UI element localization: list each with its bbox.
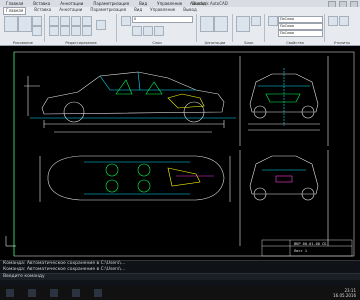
command-input[interactable]: Введите команду — [0, 273, 360, 280]
title-bar: Главная Вставка Аннотации Параметризация… — [0, 0, 360, 8]
color-combo[interactable]: ПоСлою — [278, 16, 323, 23]
panel-utilities: Утилиты — [326, 14, 358, 45]
autocad-icon[interactable] — [94, 289, 102, 297]
move-tool-icon[interactable] — [49, 16, 59, 26]
mirror-tool-icon[interactable] — [60, 26, 70, 36]
circle-tool-icon[interactable] — [32, 16, 42, 26]
car-top-view — [39, 155, 231, 202]
menu-item[interactable]: Вставка — [33, 0, 50, 7]
quick-menu: Главная Вставка Аннотации Параметризация… — [0, 0, 206, 7]
array-tool-icon[interactable] — [96, 20, 106, 30]
trim-tool-icon[interactable] — [71, 16, 81, 26]
explode-tool-icon[interactable] — [82, 26, 92, 36]
erase-tool-icon[interactable] — [82, 16, 92, 26]
linetype-combo[interactable]: ПоСлою — [278, 23, 323, 30]
layer-freeze-icon[interactable] — [132, 26, 142, 36]
menu-item[interactable]: Параметризация — [93, 0, 129, 7]
title-code: ВКР 00.01.00 СБ — [294, 242, 326, 246]
car-side-view — [24, 71, 236, 133]
layer-properties-icon[interactable] — [121, 16, 131, 26]
drawing-canvas[interactable]: ВКР 00.01.00 СБ Лист 1 — [0, 46, 360, 260]
search-icon[interactable] — [28, 289, 36, 297]
panel-layers: 0 Слои — [118, 14, 197, 45]
start-icon[interactable] — [6, 289, 14, 297]
panel-title: Рисование — [13, 41, 33, 45]
panel-modify: Редактирование — [46, 14, 117, 45]
polyline-tool-icon[interactable] — [18, 16, 32, 32]
match-properties-icon[interactable] — [268, 16, 278, 26]
sheet-label: Лист 1 — [294, 249, 307, 253]
paste-tool-icon[interactable] — [339, 16, 349, 26]
browser-icon[interactable] — [50, 289, 58, 297]
create-block-icon[interactable] — [251, 16, 261, 26]
rotate-tool-icon[interactable] — [60, 16, 70, 26]
panel-title: Слои — [152, 41, 162, 45]
line-tool-icon[interactable] — [4, 16, 18, 32]
menu-item[interactable]: Вид — [139, 0, 147, 7]
insert-block-icon[interactable] — [236, 16, 250, 32]
car-front-view — [239, 56, 329, 146]
layer-lock-icon[interactable] — [143, 26, 153, 36]
panel-annotation: Аннотации — [198, 14, 233, 45]
copy-tool-icon[interactable] — [49, 26, 59, 36]
panel-title: Блок — [244, 41, 254, 45]
panel-block: Блок — [234, 14, 265, 45]
panel-title: Аннотации — [204, 41, 226, 45]
menu-item[interactable]: Аннотации — [60, 0, 83, 7]
panel-title: Утилиты — [333, 41, 351, 45]
panel-draw: Рисование — [2, 14, 45, 45]
arc-tool-icon[interactable] — [32, 26, 42, 36]
command-line: Команда: Автоматическое сохранение в C:\… — [0, 260, 360, 287]
layer-combo[interactable]: 0 — [132, 16, 193, 23]
text-tool-icon[interactable] — [200, 16, 214, 32]
fillet-tool-icon[interactable] — [71, 26, 81, 36]
ribbon: Главная Вставка Аннотации Параметризация… — [0, 7, 360, 46]
taskbar-clock[interactable]: 23:11 16.05.2016 — [333, 288, 356, 298]
explorer-icon[interactable] — [72, 289, 80, 297]
sheet-frame — [13, 51, 355, 257]
layer-match-icon[interactable] — [154, 26, 164, 36]
drawing-svg: ВКР 00.01.00 СБ Лист 1 — [5, 51, 355, 257]
clock-date: 16.05.2016 — [333, 293, 356, 298]
measure-tool-icon[interactable] — [328, 16, 338, 26]
ucs-icon — [5, 236, 16, 247]
lineweight-combo[interactable]: ПоСлою — [278, 30, 323, 37]
panel-properties: ПоСлою ПоСлою ПоСлою Свойства — [266, 14, 325, 45]
menu-item[interactable]: Главная — [6, 0, 23, 7]
menu-item[interactable]: Управление — [157, 0, 182, 7]
taskbar-icons — [6, 289, 102, 297]
taskbar: 23:11 16.05.2016 — [0, 286, 360, 300]
window-caption: Autodesk AutoCAD — [190, 1, 228, 6]
car-rear-view — [239, 150, 329, 246]
dimension-tool-icon[interactable] — [214, 16, 228, 32]
panel-title: Свойства — [286, 41, 304, 45]
panel-title: Редактирование — [65, 41, 97, 45]
